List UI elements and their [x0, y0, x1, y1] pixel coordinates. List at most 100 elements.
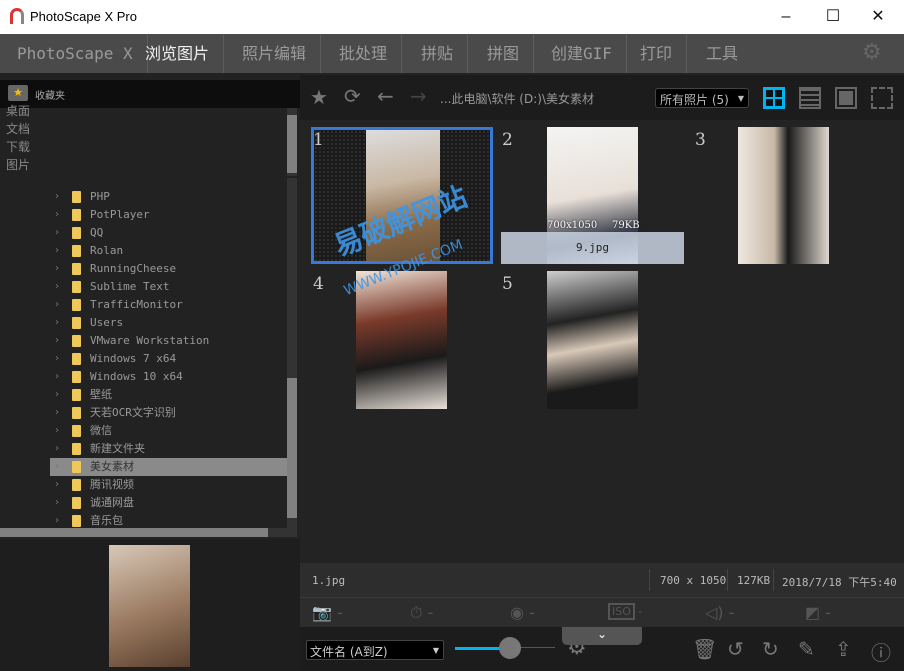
- maximize-button[interactable]: ☐: [813, 4, 853, 30]
- tree-vertical-scrollbar[interactable]: [287, 178, 297, 528]
- gear-icon[interactable]: ⚙: [862, 40, 882, 65]
- thumbnail-image[interactable]: [738, 127, 829, 264]
- expand-chevron-icon[interactable]: ›: [54, 332, 60, 350]
- rotate-left-icon[interactable]: ↺: [727, 637, 744, 661]
- tree-item[interactable]: › QQ: [50, 224, 287, 242]
- tree-item[interactable]: › 诚通网盘: [50, 494, 287, 512]
- tree-item[interactable]: › Windows 7 x64: [50, 350, 287, 368]
- collapse-info-button[interactable]: ⌄: [562, 627, 642, 645]
- tree-item[interactable]: › 美女素材: [50, 458, 287, 476]
- favorites-label: 收藏夹: [35, 91, 65, 102]
- expand-chevron-icon[interactable]: ›: [54, 422, 60, 440]
- folder-icon: [72, 371, 81, 383]
- expand-chevron-icon[interactable]: ›: [54, 458, 60, 476]
- tree-item[interactable]: › 新建文件夹: [50, 440, 287, 458]
- list-view-icon[interactable]: [799, 87, 821, 109]
- expand-chevron-icon[interactable]: ›: [54, 386, 60, 404]
- share-icon[interactable]: ⇪: [835, 637, 852, 661]
- tree-item[interactable]: › RunningCheese: [50, 260, 287, 278]
- sort-dropdown[interactable]: 文件名 (A到Z) ▼: [306, 640, 444, 660]
- menu-editor[interactable]: 照片编辑: [228, 34, 322, 73]
- expand-chevron-icon[interactable]: ›: [54, 512, 60, 528]
- expand-chevron-icon[interactable]: ›: [54, 350, 60, 368]
- forward-arrow-icon[interactable]: →: [410, 84, 427, 108]
- back-arrow-icon[interactable]: ←: [377, 84, 394, 108]
- tree-item-label: 天若OCR文字识别: [90, 406, 176, 419]
- close-button[interactable]: ✕: [858, 4, 898, 30]
- thumbnail-image[interactable]: [356, 271, 447, 409]
- tree-item[interactable]: › Users: [50, 314, 287, 332]
- expand-chevron-icon[interactable]: ›: [54, 314, 60, 332]
- menu-photoscape[interactable]: PhotoScape X: [3, 34, 148, 73]
- expand-chevron-icon[interactable]: ›: [54, 224, 60, 242]
- tree-item[interactable]: › TrafficMonitor: [50, 296, 287, 314]
- camera-icon: 📷 -: [312, 603, 343, 622]
- menu-combine[interactable]: 拼图: [473, 34, 535, 73]
- info-date: 2018/7/18 下午5:40: [773, 569, 897, 591]
- photo-filter-dropdown[interactable]: 所有照片 (5) ▼: [655, 88, 749, 108]
- expand-chevron-icon[interactable]: ›: [54, 476, 60, 494]
- expand-chevron-icon[interactable]: ›: [54, 494, 60, 512]
- tree-item-label: Windows 7 x64: [90, 352, 177, 365]
- minimize-button[interactable]: –: [766, 4, 806, 30]
- fullscreen-icon[interactable]: [871, 87, 893, 109]
- tree-item[interactable]: › PHP: [50, 188, 287, 206]
- tree-item[interactable]: › VMware Workstation: [50, 332, 287, 350]
- star-icon[interactable]: ★: [310, 85, 328, 109]
- favorite-item[interactable]: 下载: [6, 138, 300, 156]
- tree-item[interactable]: › 音乐包: [50, 512, 287, 528]
- favorite-item[interactable]: 文档: [6, 120, 300, 138]
- tree-item[interactable]: › Sublime Text: [50, 278, 287, 296]
- expand-chevron-icon[interactable]: ›: [54, 242, 60, 260]
- thumbnail-image[interactable]: [547, 271, 638, 409]
- expand-chevron-icon[interactable]: ›: [54, 278, 60, 296]
- tree-item-label: Users: [90, 316, 124, 329]
- expand-chevron-icon[interactable]: ›: [54, 368, 60, 386]
- expand-chevron-icon[interactable]: ›: [54, 296, 60, 314]
- app-logo-icon: [10, 8, 24, 24]
- favorite-item[interactable]: 图片: [6, 156, 300, 174]
- menu-gif[interactable]: 创建GIF: [537, 34, 627, 73]
- expand-chevron-icon[interactable]: ›: [54, 260, 60, 278]
- thumbnail-number: 4: [313, 274, 324, 294]
- tree-item[interactable]: › PotPlayer: [50, 206, 287, 224]
- tree-item[interactable]: › Windows 10 x64: [50, 368, 287, 386]
- menu-print[interactable]: 打印: [626, 34, 688, 73]
- tree-item-label: 腾讯视频: [90, 478, 134, 491]
- folder-icon: [72, 515, 81, 527]
- edit-icon[interactable]: ✎: [798, 637, 815, 661]
- favorite-item[interactable]: 桌面: [6, 102, 300, 120]
- zoom-slider[interactable]: [455, 637, 555, 659]
- sidebar: ★ 收藏夹 桌面 文档 下载 图片 › PHP › PotPlayer › QQ › Rola…: [0, 73, 300, 671]
- zoom-slider-handle[interactable]: [499, 637, 521, 659]
- tree-item[interactable]: › 腾讯视频: [50, 476, 287, 494]
- info-icon[interactable]: ⓘ: [871, 637, 891, 666]
- expand-chevron-icon[interactable]: ›: [54, 206, 60, 224]
- trash-icon[interactable]: 🗑: [692, 637, 717, 661]
- expand-chevron-icon[interactable]: ›: [54, 188, 60, 206]
- tree-item[interactable]: › 微信: [50, 422, 287, 440]
- tree-item-label: PotPlayer: [90, 208, 150, 221]
- menu-tools[interactable]: 工具: [692, 34, 752, 73]
- menu-viewer[interactable]: 浏览图片: [131, 34, 225, 73]
- timer-icon: ⏱ -: [410, 603, 434, 622]
- tree-horizontal-scrollbar[interactable]: [0, 528, 297, 537]
- thumbnail-filename: 9.jpg: [501, 232, 684, 264]
- folder-icon: [72, 209, 81, 221]
- breadcrumb-path[interactable]: ...此电脑\软件 (D:)\美女素材: [440, 90, 594, 107]
- tree-item[interactable]: › Rolan: [50, 242, 287, 260]
- exif-value: -: [529, 603, 535, 622]
- rotate-right-icon[interactable]: ↻: [762, 637, 779, 661]
- menu-collage[interactable]: 拼贴: [407, 34, 469, 73]
- expand-chevron-icon[interactable]: ›: [54, 440, 60, 458]
- main-menu: PhotoScape X 浏览图片 照片编辑 批处理 拼贴 拼图 创建GIF 打…: [0, 34, 904, 73]
- expand-chevron-icon[interactable]: ›: [54, 404, 60, 422]
- tree-item[interactable]: › 壁纸: [50, 386, 287, 404]
- refresh-icon[interactable]: ⟳: [344, 84, 361, 108]
- favorites-scrollbar[interactable]: [287, 108, 297, 176]
- exposure-icon: ◩ -: [805, 603, 831, 622]
- single-view-icon[interactable]: [835, 87, 857, 109]
- grid-view-icon[interactable]: [763, 87, 785, 109]
- tree-item[interactable]: › 天若OCR文字识别: [50, 404, 287, 422]
- menu-batch[interactable]: 批处理: [325, 34, 403, 73]
